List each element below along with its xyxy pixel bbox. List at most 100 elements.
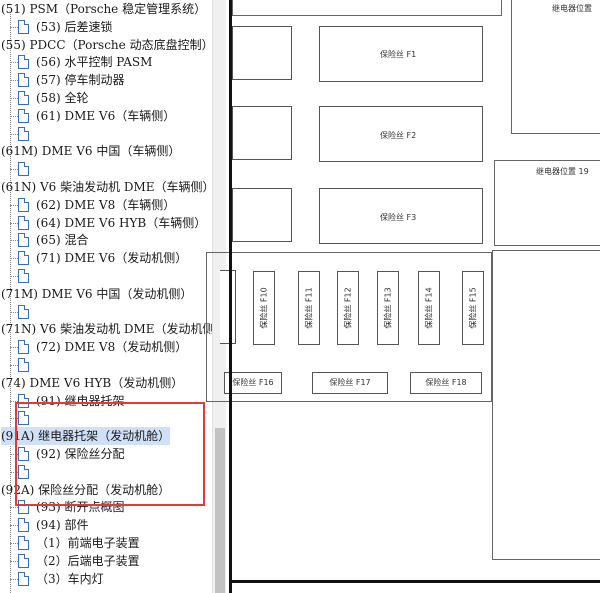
tree-connector	[10, 133, 18, 135]
fuse-left-stub-1	[232, 26, 292, 80]
tree-leaf[interactable]: (65) 混合	[0, 231, 212, 249]
fuse-f12[interactable]: 保险丝 F12	[337, 271, 359, 345]
tree-connector	[10, 311, 18, 313]
document-icon	[18, 73, 29, 88]
tree-leaf[interactable]: (94) 部件	[0, 516, 212, 534]
tree-connector	[10, 169, 18, 171]
fuse-f18[interactable]: 保险丝 F18	[410, 372, 482, 394]
tree-connector	[10, 347, 18, 349]
tree-item-label: (72) DME V8（发动机侧）	[36, 340, 188, 355]
document-icon	[18, 304, 29, 319]
document-icon	[18, 197, 29, 212]
navigation-tree: (51) PSM（Porsche 稳定管理系统） (53) 后差速锁 (55) PD…	[0, 0, 212, 593]
tree-item-label: (65) 混合	[36, 233, 89, 248]
tree-leaf[interactable]: (72) DME V8（发动机侧）	[0, 338, 212, 356]
tree-leaf[interactable]: (62) DME V8（车辆侧）	[0, 196, 212, 214]
tree-leaf[interactable]	[0, 267, 212, 285]
tree-connector	[10, 62, 18, 64]
tree-node[interactable]: (92A) 保险丝分配（发动机舱）	[0, 481, 212, 499]
fuse-f16[interactable]: 保险丝 F16	[224, 372, 282, 394]
tree-leaf[interactable]: (64) DME V6 HYB（车辆侧）	[0, 214, 212, 232]
tree-node[interactable]: (51) PSM（Porsche 稳定管理系统）	[0, 0, 212, 18]
tree-leaf[interactable]	[0, 463, 212, 481]
tree-leaf[interactable]: (91) 继电器托架	[0, 392, 212, 410]
scrollbar-thumb[interactable]	[215, 428, 225, 593]
fuse-left-stub-3	[232, 188, 292, 242]
tree-connector	[10, 454, 18, 455]
tree-node[interactable]: (71N) V6 柴油发动机 DME（发动机侧	[0, 320, 212, 338]
fuse-f13[interactable]: 保险丝 F13	[377, 271, 399, 345]
tree-leaf[interactable]	[0, 356, 212, 374]
tree-node[interactable]: (91A) 继电器托架（发动机舱）	[0, 427, 212, 446]
tree-item-label: (64) DME V6 HYB（车辆侧）	[36, 215, 207, 230]
document-icon	[18, 553, 29, 568]
tree-leaf[interactable]: (57) 停车制动器	[0, 71, 212, 89]
tree-item-label: (71N) V6 柴油发动机 DME（发动机侧	[1, 322, 212, 337]
tree-leaf[interactable]: （3）车内灯	[0, 570, 212, 588]
tree-item-label: (55) PDCC（Porsche 动态底盘控制）	[1, 37, 212, 52]
fuse-left-partial	[220, 270, 236, 344]
fuse-f17[interactable]: 保险丝 F17	[312, 372, 388, 394]
tree-connector	[10, 204, 18, 206]
tree-leaf[interactable]: (61) DME V6（车辆侧）	[0, 107, 212, 125]
tree-leaf[interactable]	[0, 160, 212, 178]
tree-connector	[10, 543, 18, 544]
tree-leaf[interactable]: (92) 保险丝分配	[0, 445, 212, 463]
document-icon	[18, 358, 29, 372]
tree-item-label: (61M) DME V6 中国（车辆侧）	[1, 144, 181, 159]
tree-connector	[10, 276, 18, 277]
relay-position-label: 继电器位置	[552, 4, 592, 13]
tree-leaf[interactable]: （2）后端电子装置	[0, 552, 212, 570]
tree-leaf[interactable]	[0, 125, 212, 143]
right-lower-block	[492, 250, 600, 560]
tree-connector	[10, 80, 18, 82]
document-icon	[18, 536, 29, 550]
tree-leaf[interactable]	[0, 303, 212, 321]
tree-item-label: （1）前端电子装置	[36, 536, 140, 550]
tree-connector	[10, 507, 18, 509]
diagram-outline-top	[232, 0, 502, 16]
fuse-f2[interactable]: 保险丝 F2	[319, 106, 483, 162]
document-icon	[18, 55, 29, 70]
tree-item-label: (61) DME V6（车辆侧）	[36, 108, 176, 123]
tree-node[interactable]: (61N) V6 柴油发动机 DME（车辆侧）	[0, 178, 212, 196]
fuse-f15[interactable]: 保险丝 F15	[462, 271, 484, 345]
tree-item-label: (58) 全轮	[36, 91, 89, 105]
tree-leaf[interactable]: (53) 后差速锁	[0, 18, 212, 36]
tree-item-label: （2）后端电子装置	[36, 553, 140, 568]
document-icon	[18, 411, 29, 426]
document-icon	[18, 393, 29, 408]
tree-leaf[interactable]: （1）前端电子装置	[0, 534, 212, 552]
tree-node[interactable]: (71M) DME V6 中国（发动机侧）	[0, 285, 212, 303]
tree-leaf[interactable]: (56) 水平控制 PASM	[0, 53, 212, 71]
document-icon	[18, 269, 29, 283]
fuse-f3[interactable]: 保险丝 F3	[319, 188, 483, 244]
fuse-f10[interactable]: 保险丝 F10	[253, 271, 275, 345]
document-icon	[18, 215, 29, 230]
tree-connector	[10, 222, 18, 224]
fuse-f1[interactable]: 保险丝 F1	[319, 26, 483, 82]
document-icon	[18, 108, 29, 123]
fuse-f16-label: 保险丝 F16	[232, 378, 274, 387]
fuse-f11[interactable]: 保险丝 F11	[298, 271, 320, 345]
document-icon	[18, 19, 29, 34]
tree-item-label: (91) 继电器托架	[36, 393, 125, 408]
tree-leaf[interactable]: (58) 全轮	[0, 89, 212, 107]
tree-connector	[10, 240, 18, 242]
document-icon	[18, 571, 29, 586]
relay-19-label: 继电器位置 19	[536, 167, 589, 176]
tree-item-label: (93) 断开点概图	[36, 500, 125, 515]
fuse-f2-label: 保险丝 F2	[380, 131, 417, 140]
tree-node[interactable]: (55) PDCC（Porsche 动态底盘控制）	[0, 36, 212, 54]
tree-node[interactable]: (74) DME V6 HYB（发动机侧）	[0, 374, 212, 392]
document-icon	[18, 340, 29, 355]
tree-leaf[interactable]	[0, 409, 212, 427]
tree-item-label: (71) DME V6（发动机侧）	[36, 251, 188, 266]
tree-item-label: (56) 水平控制 PASM	[36, 55, 153, 70]
tree-leaf[interactable]: (93) 断开点概图	[0, 498, 212, 516]
fuse-f12-label: 保险丝 F12	[343, 287, 353, 329]
tree-leaf[interactable]: (71) DME V6（发动机侧）	[0, 249, 212, 267]
tree-node[interactable]: (61M) DME V6 中国（车辆侧）	[0, 142, 212, 160]
fuse-f14[interactable]: 保险丝 F14	[418, 271, 440, 345]
document-icon	[18, 251, 29, 266]
